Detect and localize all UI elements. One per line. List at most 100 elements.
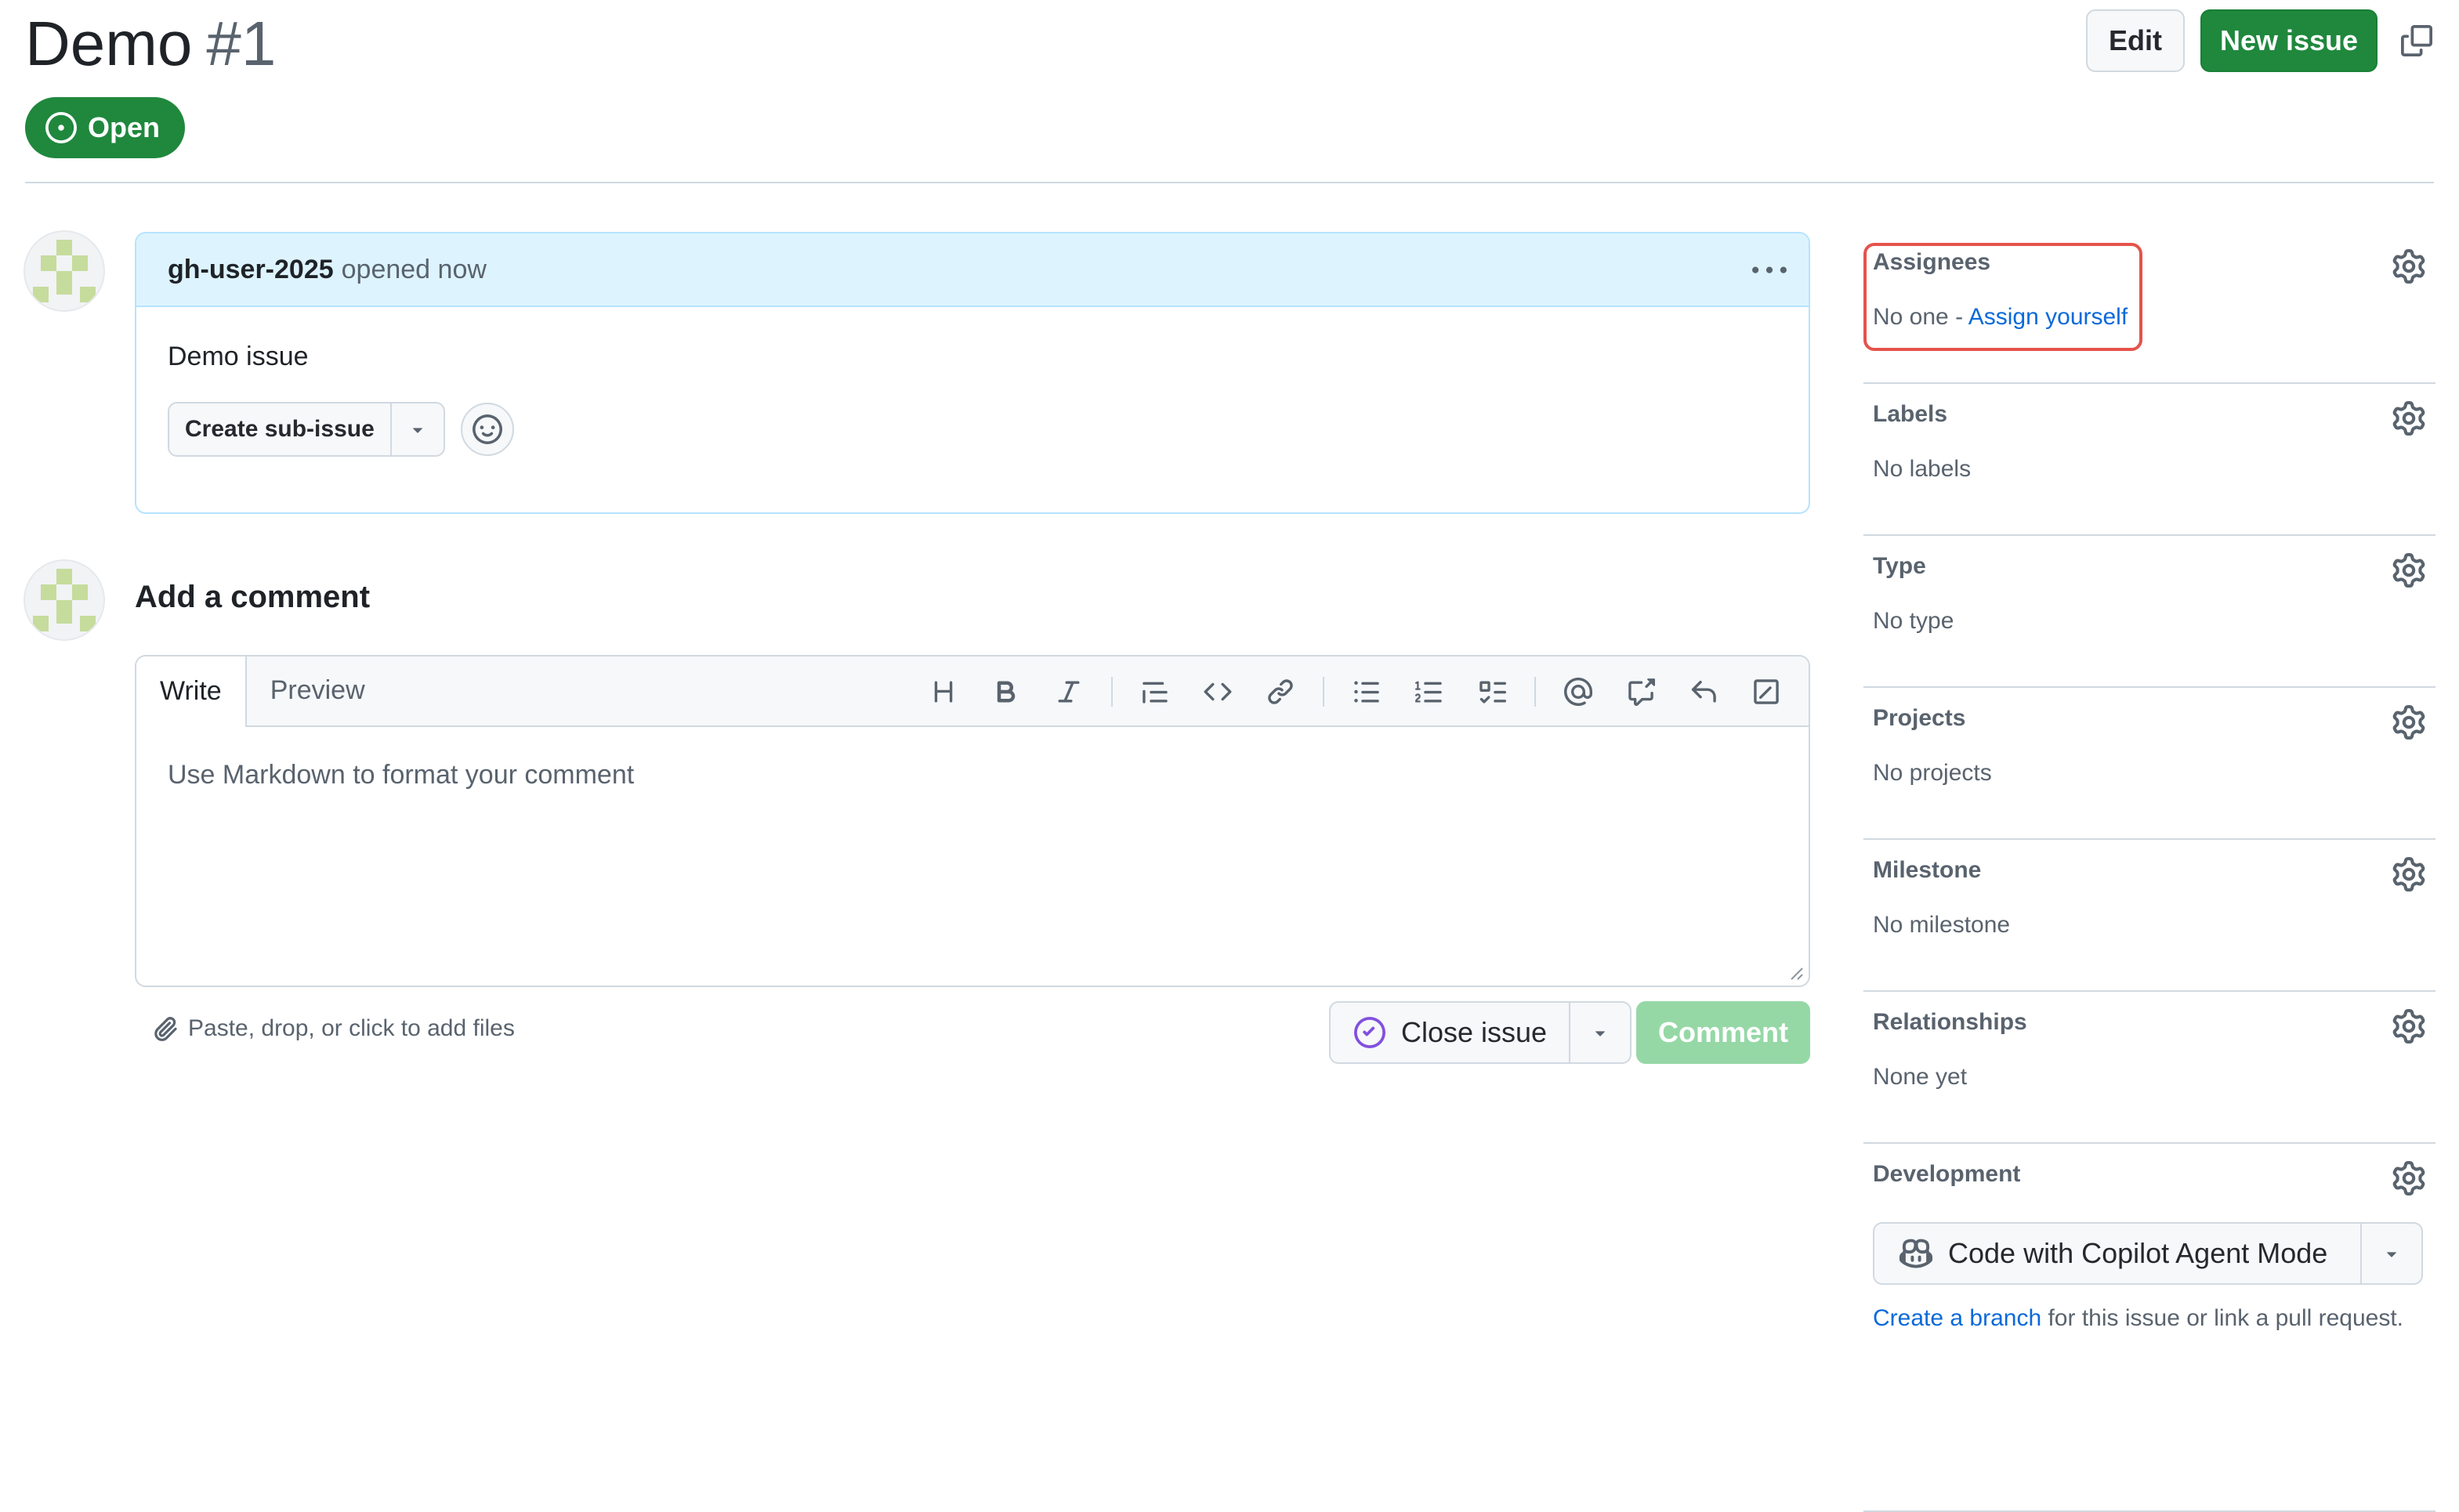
close-issue-dropdown[interactable] (1569, 1003, 1630, 1062)
create-sub-issue-dropdown[interactable] (389, 403, 444, 455)
resize-grip-icon[interactable] (1788, 965, 1804, 981)
toolbar-separator (1534, 677, 1536, 707)
quote-icon (1141, 678, 1169, 706)
gear-icon (2392, 1009, 2426, 1044)
comment-options-button[interactable] (1747, 249, 1791, 293)
comment-submit-button[interactable]: Comment (1636, 1001, 1810, 1064)
create-sub-issue-split-button: Create sub-issue (168, 402, 445, 457)
projects-title: Projects (1873, 705, 1966, 731)
italic-button[interactable] (1042, 665, 1096, 718)
mention-button[interactable] (1552, 665, 1605, 718)
comment-body-text: Demo issue (168, 342, 309, 371)
link-icon (1266, 678, 1295, 706)
sidebar-milestone: Milestone No milestone (1863, 840, 2435, 992)
type-settings-button[interactable] (2392, 553, 2426, 588)
gear-icon (2392, 249, 2426, 284)
attach-files-label: Paste, drop, or click to add files (188, 1015, 515, 1041)
comment-body: Demo issue Create sub-issue (136, 307, 1809, 457)
assignees-value: No one - Assign yourself (1873, 304, 2128, 331)
assignees-empty-text: No one - (1873, 304, 1968, 330)
unordered-list-button[interactable] (1340, 665, 1393, 718)
slash-commands-button[interactable] (1740, 665, 1793, 718)
code-button[interactable] (1191, 665, 1244, 718)
tab-preview[interactable]: Preview (247, 657, 389, 725)
copilot-icon (1899, 1237, 1948, 1270)
issue-title-text: Demo (25, 9, 193, 78)
relationships-settings-button[interactable] (2392, 1009, 2426, 1044)
code-icon (1204, 678, 1232, 706)
issue-sidebar: Assignees No one - Assign yourself Label… (1863, 232, 2435, 1512)
italic-icon (1055, 678, 1083, 706)
labels-settings-button[interactable] (2392, 401, 2426, 436)
add-reaction-button[interactable] (460, 403, 514, 456)
saved-replies-button[interactable] (1677, 665, 1730, 718)
assignees-title: Assignees (1873, 249, 1991, 275)
attach-files-hint[interactable]: Paste, drop, or click to add files (152, 1015, 515, 1042)
close-issue-button[interactable]: Close issue (1331, 1003, 1569, 1062)
triangle-down-icon (2381, 1243, 2402, 1264)
slash-square-icon (1752, 678, 1780, 706)
task-list-button[interactable] (1465, 665, 1519, 718)
code-with-copilot-button[interactable]: Code with Copilot Agent Mode (1874, 1224, 2360, 1283)
projects-value: No projects (1873, 760, 1992, 786)
gear-icon (2392, 401, 2426, 436)
sidebar-relationships: Relationships None yet (1863, 992, 2435, 1144)
edit-button[interactable]: Edit (2086, 9, 2185, 72)
bold-icon (992, 678, 1020, 706)
copilot-agent-split-button: Code with Copilot Agent Mode (1873, 1222, 2423, 1285)
new-issue-button[interactable]: New issue (2200, 9, 2378, 72)
author-avatar[interactable] (24, 230, 105, 312)
development-settings-button[interactable] (2392, 1161, 2426, 1195)
sidebar-development: Development Code with Copilot Agent Mode… (1863, 1144, 2435, 1512)
sidebar-assignees: Assignees No one - Assign yourself (1863, 232, 2435, 384)
tasklist-icon (1478, 678, 1506, 706)
issue-title: Demo #1 (25, 6, 276, 81)
list-unordered-icon (1353, 678, 1381, 706)
header-actions: Edit New issue (2086, 9, 2440, 72)
toolbar-separator (1111, 677, 1113, 707)
issue-number: #1 (206, 9, 277, 78)
reply-icon (1689, 678, 1718, 706)
relationships-title: Relationships (1873, 1009, 2027, 1035)
quote-button[interactable] (1128, 665, 1182, 718)
header-divider (25, 182, 2434, 183)
sidebar-projects: Projects No projects (1863, 688, 2435, 840)
labels-value: No labels (1873, 456, 1972, 482)
gear-icon (2392, 553, 2426, 588)
toolbar-separator (1323, 677, 1324, 707)
issue-state-badge: Open (25, 97, 186, 158)
ordered-list-button[interactable] (1403, 665, 1456, 718)
create-branch-link[interactable]: Create a branch (1873, 1305, 2041, 1331)
issue-body-comment: gh-user-2025 opened now Demo issue Creat… (135, 232, 1810, 514)
cross-reference-icon (1627, 678, 1655, 706)
comment-textarea[interactable]: Use Markdown to format your comment (136, 727, 1809, 823)
labels-title: Labels (1873, 401, 1948, 427)
comment-header: gh-user-2025 opened now (136, 233, 1809, 307)
editor-toolbar: Write Preview (136, 657, 1809, 727)
copy-icon (2401, 25, 2432, 56)
gear-icon (2392, 857, 2426, 892)
kebab-horizontal-icon (1752, 254, 1787, 288)
triangle-down-icon (1590, 1022, 1610, 1043)
assignees-settings-button[interactable] (2392, 249, 2426, 284)
bold-button[interactable] (980, 665, 1033, 718)
milestone-settings-button[interactable] (2392, 857, 2426, 892)
issue-state-label: Open (88, 111, 161, 143)
tab-write[interactable]: Write (136, 657, 247, 727)
assign-yourself-link[interactable]: Assign yourself (1968, 304, 2128, 330)
reference-button[interactable] (1614, 665, 1668, 718)
copilot-agent-dropdown[interactable] (2360, 1224, 2421, 1283)
heading-button[interactable] (917, 665, 970, 718)
create-sub-issue-button[interactable]: Create sub-issue (169, 403, 390, 455)
milestone-title: Milestone (1873, 857, 1982, 883)
copy-link-button[interactable] (2393, 17, 2440, 64)
development-note: Create a branch for this issue or link a… (1873, 1305, 2403, 1332)
comment-editor: Write Preview Use Markdown to format you… (135, 655, 1810, 987)
link-button[interactable] (1254, 665, 1307, 718)
gear-icon (2392, 1161, 2426, 1195)
list-ordered-icon (1415, 678, 1443, 706)
paperclip-icon (152, 1015, 188, 1042)
comment-author[interactable]: gh-user-2025 (168, 255, 334, 285)
projects-settings-button[interactable] (2392, 705, 2426, 740)
mention-icon (1564, 678, 1592, 706)
